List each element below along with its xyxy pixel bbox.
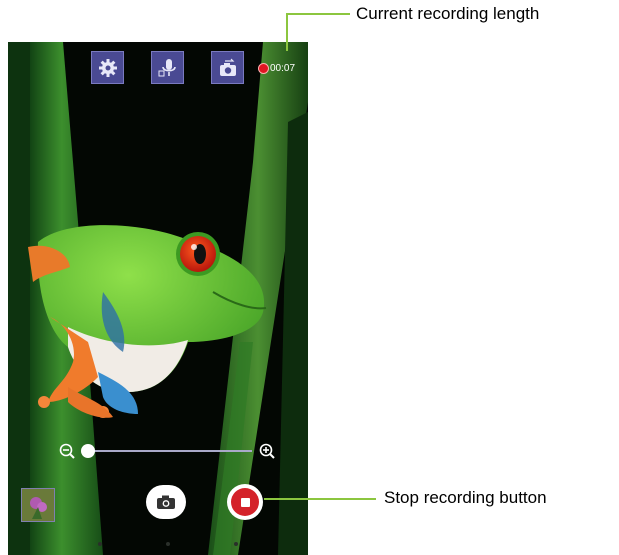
callout-stop-button: Stop recording button	[384, 488, 547, 507]
recording-indicator-icon	[258, 62, 269, 74]
settings-button[interactable]	[91, 51, 124, 84]
nav-dot	[234, 542, 238, 546]
callout-line-stop-button	[264, 498, 376, 500]
recording-time: 00:07	[270, 62, 296, 74]
camera-icon	[157, 495, 175, 509]
snapshot-button[interactable]	[146, 485, 186, 519]
camera-top-bar: 00:07	[8, 42, 308, 94]
switch-camera-button[interactable]	[211, 51, 244, 84]
callout-line-recording-length-horizontal	[286, 13, 350, 15]
zoom-slider[interactable]	[58, 440, 278, 462]
zoom-out-icon[interactable]	[58, 442, 76, 460]
viewfinder-image	[8, 42, 308, 555]
nav-dot	[166, 542, 170, 546]
callout-recording-length: Current recording length	[356, 4, 540, 23]
callout-line-recording-length-vertical	[286, 13, 288, 51]
stop-icon	[231, 488, 259, 516]
nav-dot	[98, 542, 102, 546]
recording-timer: 00:07	[258, 61, 295, 75]
camera-screen: 00:07	[8, 42, 308, 555]
gallery-thumbnail[interactable]	[21, 488, 55, 522]
microphone-icon	[158, 58, 176, 76]
zoom-track[interactable]	[82, 450, 252, 452]
zoom-handle[interactable]	[81, 444, 95, 458]
stop-square	[240, 497, 250, 507]
gallery-thumbnail-image	[22, 489, 54, 521]
camera-switch-icon	[219, 58, 236, 76]
gear-icon	[98, 58, 117, 77]
zoom-in-icon[interactable]	[258, 442, 276, 460]
audio-button[interactable]	[151, 51, 184, 84]
stop-recording-button[interactable]	[227, 484, 263, 520]
